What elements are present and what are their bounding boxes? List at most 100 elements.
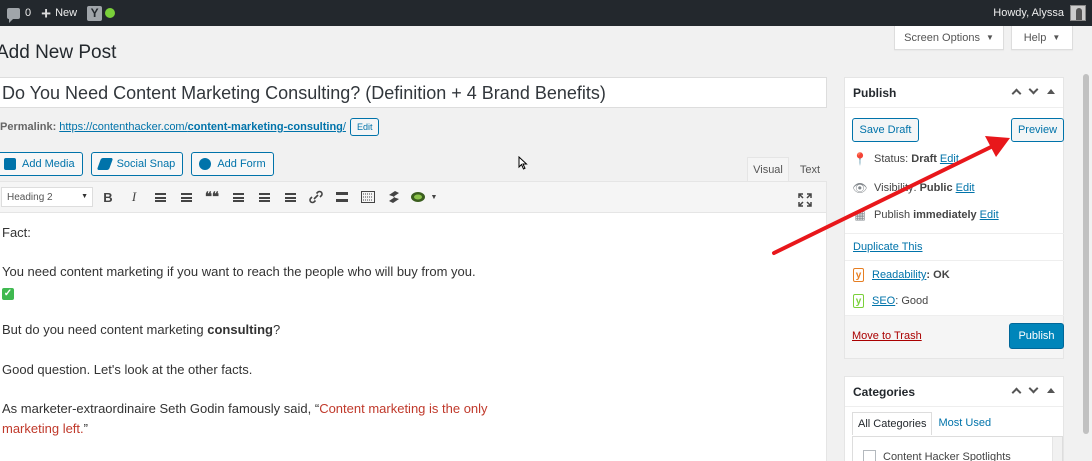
collapse-icon[interactable]: [1047, 89, 1055, 94]
numbered-list-button[interactable]: [173, 184, 199, 210]
bold-button[interactable]: B: [95, 184, 121, 210]
page-scrollbar[interactable]: [1080, 26, 1092, 461]
page-title: Add New Post: [0, 42, 117, 63]
align-center-icon: [258, 192, 270, 202]
move-to-trash-link[interactable]: Move to Trash: [852, 330, 922, 342]
add-form-button[interactable]: Add Form: [191, 152, 274, 176]
account-menu[interactable]: Howdy, Alyssa: [993, 5, 1092, 21]
comment-count: 0: [25, 7, 32, 19]
godin-quote-line-2: marketing left.: [2, 421, 84, 436]
save-draft-button[interactable]: Save Draft: [852, 118, 919, 142]
add-media-button[interactable]: Add Media: [0, 152, 83, 176]
read-more-icon: [336, 192, 348, 202]
media-buttons: Add Media Social Snap Add Form: [0, 152, 282, 176]
tab-text[interactable]: Text: [793, 157, 827, 182]
social-snap-toolbar-button[interactable]: [381, 184, 407, 210]
schedule-label: Publish: [874, 209, 911, 221]
permalink-row: Permalink: https://contenthacker.com/con…: [0, 118, 380, 136]
bullet-list-icon: [154, 192, 166, 202]
paragraph-need: You need content marketing if you want t…: [2, 262, 476, 302]
duplicate-link[interactable]: Duplicate This: [853, 241, 923, 253]
move-up-icon[interactable]: [1011, 88, 1022, 99]
toolbar-toggle-button[interactable]: [355, 184, 381, 210]
paragraph-godin-pre: As marketer-extraordinaire Seth Godin fa…: [2, 401, 320, 416]
visibility-label: Visibility:: [874, 182, 917, 194]
readability-value: : OK: [926, 269, 950, 281]
godin-quote-line-1: Content marketing is the only: [319, 401, 488, 416]
emoji-dropdown-button[interactable]: ▼: [407, 184, 441, 210]
plus-icon: +: [41, 3, 52, 23]
mouse-cursor-icon: [518, 156, 528, 170]
category-item-label: Content Hacker Spotlights: [883, 450, 1011, 461]
visibility-edit-link[interactable]: Edit: [956, 182, 975, 194]
bullet-list-button[interactable]: [147, 184, 173, 210]
blockquote-button[interactable]: ❝❝: [199, 184, 225, 210]
tab-visual[interactable]: Visual: [747, 157, 789, 182]
help-button[interactable]: Help ▼: [1011, 26, 1073, 50]
media-icon: [4, 158, 16, 170]
tab-most-used[interactable]: Most Used: [932, 412, 997, 435]
new-label: New: [55, 7, 78, 19]
pin-icon: 📍: [852, 152, 868, 166]
yoast-menu[interactable]: Y: [82, 0, 120, 26]
align-right-icon: [284, 192, 296, 202]
publish-box: Publish Save Draft Preview 📍 Status: Dra…: [844, 77, 1064, 359]
calendar-icon: ▦: [854, 208, 866, 222]
italic-button[interactable]: I: [121, 184, 147, 210]
move-down-icon[interactable]: [1028, 383, 1039, 394]
align-left-button[interactable]: [225, 184, 251, 210]
preview-button[interactable]: Preview: [1011, 118, 1064, 142]
paragraph-fact: Fact:: [2, 225, 31, 240]
permalink-edit-button[interactable]: Edit: [349, 118, 380, 136]
editor-content[interactable]: Fact: You need content marketing if you …: [0, 213, 827, 461]
insert-link-button[interactable]: [303, 184, 329, 210]
howdy-text: Howdy, Alyssa: [993, 7, 1064, 19]
new-content-menu[interactable]: + New: [36, 0, 82, 26]
readability-link[interactable]: Readability: [872, 269, 926, 281]
post-title-input[interactable]: Do You Need Content Marketing Consulting…: [0, 77, 827, 108]
fullscreen-icon: [798, 193, 812, 207]
publish-button[interactable]: Publish: [1009, 323, 1064, 349]
add-media-label: Add Media: [22, 158, 75, 170]
editor-toolbar: Heading 2 ▼ B I ❝❝ ▼: [0, 181, 827, 213]
tab-all-categories[interactable]: All Categories: [852, 412, 933, 435]
category-scrollbar[interactable]: [1052, 437, 1062, 461]
status-row: 📍 Status: Draft Edit: [852, 152, 959, 166]
seo-value: : Good: [895, 295, 929, 307]
seo-link[interactable]: SEO: [872, 295, 895, 307]
read-more-button[interactable]: [329, 184, 355, 210]
schedule-edit-link[interactable]: Edit: [980, 209, 999, 221]
paragraph-consulting-bold: consulting: [207, 322, 273, 337]
yoast-icon: Y: [87, 5, 103, 21]
align-left-icon: [232, 192, 244, 202]
move-up-icon[interactable]: [1011, 387, 1022, 398]
status-label: Status:: [874, 153, 909, 165]
schedule-value: immediately: [913, 209, 977, 221]
category-tabs: All Categories Most Used: [852, 412, 997, 435]
eye-icon: 👁: [852, 181, 868, 195]
category-item[interactable]: Content Hacker Spotlights: [863, 450, 1011, 461]
format-select[interactable]: Heading 2 ▼: [1, 187, 93, 207]
scrollbar-thumb[interactable]: [1083, 74, 1089, 434]
admin-bar: 0 + New Y Howdy, Alyssa: [0, 0, 1092, 26]
screen-options-button[interactable]: Screen Options ▼: [894, 26, 1004, 50]
social-snap-button[interactable]: Social Snap: [90, 152, 184, 176]
permalink-link[interactable]: https://contenthacker.com/content-market…: [59, 121, 346, 133]
keyboard-icon: [361, 191, 375, 203]
fullscreen-button[interactable]: [792, 187, 818, 213]
paragraph-need-text: You need content marketing if you want t…: [2, 264, 476, 279]
category-checkbox[interactable]: [863, 450, 876, 461]
move-down-icon[interactable]: [1028, 84, 1039, 95]
numbered-list-icon: [180, 192, 192, 202]
caret-down-icon: ▼: [81, 193, 88, 200]
collapse-icon[interactable]: [1047, 388, 1055, 393]
status-edit-link[interactable]: Edit: [940, 153, 959, 165]
paragraph-good-question: Good question. Let's look at the other f…: [2, 362, 253, 377]
comments-menu[interactable]: 0: [2, 0, 36, 26]
format-select-value: Heading 2: [7, 191, 53, 203]
align-right-button[interactable]: [277, 184, 303, 210]
paragraph-consulting-post: ?: [272, 322, 281, 337]
align-center-button[interactable]: [251, 184, 277, 210]
caret-down-icon: ▼: [1052, 33, 1061, 42]
seo-status-dot: [105, 8, 116, 18]
